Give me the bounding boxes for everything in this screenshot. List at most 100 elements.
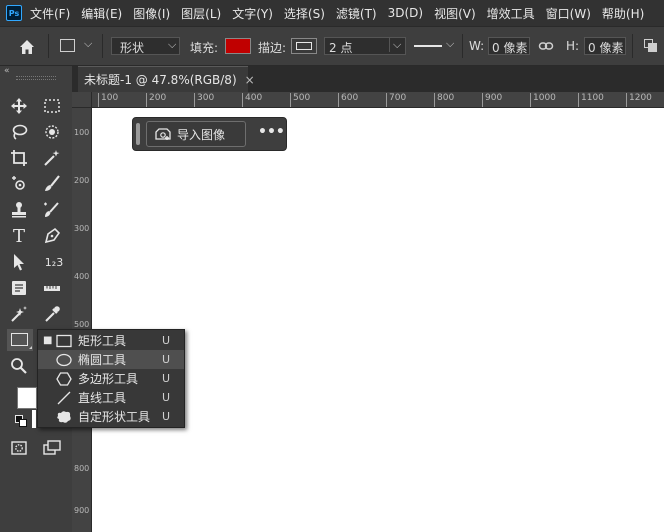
marquee-tool-icon[interactable] <box>41 95 63 117</box>
shortcut-key: U <box>162 334 171 347</box>
height-label: H: <box>566 39 580 53</box>
ruler-label: 800 <box>74 464 90 473</box>
mode-select[interactable]: 形状 ⌵ <box>111 37 180 55</box>
move-tool-icon[interactable] <box>8 95 30 117</box>
ruler-label: 900 <box>74 506 90 515</box>
flyout-item-line[interactable]: 直线工具 U <box>38 388 184 407</box>
type-tool-icon[interactable]: T <box>8 225 30 247</box>
ruler-label: 900 <box>482 93 502 107</box>
ellipse-icon <box>55 352 73 368</box>
quick-mask-icon[interactable] <box>8 437 30 459</box>
width-label: W: <box>469 39 485 53</box>
flyout-item-polygon[interactable]: 多边形工具 U <box>38 369 184 388</box>
flyout-indicator-icon <box>29 346 32 349</box>
menu-3d[interactable]: 3D(D) <box>388 6 423 20</box>
ruler-label: 700 <box>386 93 406 107</box>
close-icon[interactable]: × <box>245 73 255 87</box>
document-canvas[interactable] <box>92 108 664 532</box>
shape-tool-active[interactable] <box>7 329 33 351</box>
healing-brush-tool-icon[interactable] <box>8 303 30 325</box>
width-field[interactable]: 0 像素 <box>488 37 530 55</box>
height-field[interactable]: 0 像素 <box>584 37 626 55</box>
menu-help[interactable]: 帮助(H) <box>602 5 644 22</box>
menu-window[interactable]: 窗口(W) <box>546 5 591 22</box>
color-sampler-tool-icon[interactable] <box>41 303 63 325</box>
ruler-label: 300 <box>194 93 214 107</box>
stamp-tool-icon[interactable] <box>8 199 30 221</box>
stroke-swatch[interactable] <box>291 38 317 54</box>
custom-shape-icon <box>55 409 73 425</box>
note-tool-icon[interactable] <box>8 277 30 299</box>
history-brush-tool-icon[interactable] <box>41 199 63 221</box>
screen-mode-icon[interactable] <box>41 437 63 459</box>
menu-image[interactable]: 图像(I) <box>133 5 170 22</box>
lasso-tool-icon[interactable] <box>8 121 30 143</box>
fill-swatch[interactable] <box>225 38 251 54</box>
ruler-corner[interactable] <box>72 92 92 108</box>
count-tool-icon[interactable]: 1₂3 <box>41 251 67 273</box>
mode-value: 形状 <box>120 41 145 55</box>
stroke-label: 描边: <box>258 41 287 55</box>
divider <box>462 34 463 58</box>
line-icon <box>55 390 73 406</box>
background-color-swatch[interactable] <box>32 410 36 428</box>
stroke-type-picker[interactable]: ⌵ <box>412 37 458 55</box>
flyout-item-custom-shape[interactable]: 自定形状工具 U <box>38 407 184 426</box>
object-selection-tool-icon[interactable] <box>41 121 63 143</box>
magic-wand-tool-icon[interactable] <box>41 147 63 169</box>
rectangle-icon <box>60 39 75 52</box>
ruler-label: 400 <box>74 272 90 281</box>
ruler-tool-icon[interactable] <box>41 277 63 299</box>
home-icon[interactable] <box>16 36 38 58</box>
brush-tool-icon[interactable] <box>41 173 63 195</box>
menu-view[interactable]: 视图(V) <box>434 5 476 22</box>
more-options-icon[interactable]: ••• <box>258 125 285 143</box>
crop-tool-icon[interactable] <box>8 147 30 169</box>
collapse-icon[interactable]: « <box>4 66 10 76</box>
ruler-label: 1000 <box>530 93 556 107</box>
photoshop-logo: Ps <box>6 5 22 21</box>
current-tool-indicator: ■ <box>43 335 53 346</box>
rectangle-icon <box>55 333 73 349</box>
chevron-down-icon: ⌵ <box>389 38 401 52</box>
default-colors-icon[interactable] <box>15 415 27 427</box>
tool-preset-picker[interactable]: ⌵ <box>58 37 98 57</box>
panel-grip[interactable] <box>16 76 56 80</box>
fill-label: 填充: <box>190 41 219 55</box>
import-image-button[interactable]: 导入图像 <box>146 121 246 147</box>
document-tab[interactable]: 未标题-1 @ 47.8%(RGB/8) × <box>78 66 255 92</box>
path-selection-tool-icon[interactable] <box>8 251 30 273</box>
ruler-label: 500 <box>290 93 310 107</box>
horizontal-ruler[interactable]: 100 200 300 400 500 600 700 800 900 1000… <box>92 92 664 108</box>
menu-filter[interactable]: 滤镜(T) <box>336 5 377 22</box>
vertical-ruler[interactable]: 100 200 300 400 500 600 700 800 900 <box>72 108 92 532</box>
flyout-item-label: 矩形工具 <box>78 334 127 348</box>
menu-layer[interactable]: 图层(L) <box>181 5 221 22</box>
menu-plugins[interactable]: 增效工具 <box>487 5 535 22</box>
shortcut-key: U <box>162 391 171 404</box>
menu-edit[interactable]: 编辑(E) <box>81 5 122 22</box>
menu-file[interactable]: 文件(F) <box>30 5 70 22</box>
taskbar-drag-handle[interactable] <box>136 123 140 145</box>
stroke-width-value: 2 点 <box>329 41 353 55</box>
stroke-preview-icon <box>296 42 312 50</box>
zoom-tool-icon[interactable] <box>8 355 30 377</box>
menu-select[interactable]: 选择(S) <box>284 5 325 22</box>
shortcut-key: U <box>162 372 171 385</box>
menu-type[interactable]: 文字(Y) <box>232 5 273 22</box>
eyedropper-tool-icon[interactable] <box>8 173 30 195</box>
document-tab-title: 未标题-1 @ 47.8%(RGB/8) <box>84 73 237 87</box>
pen-tool-icon[interactable] <box>41 225 63 247</box>
link-icon[interactable] <box>538 38 554 54</box>
divider <box>48 34 49 58</box>
width-value: 0 像素 <box>492 41 528 55</box>
foreground-color-swatch[interactable] <box>17 387 37 409</box>
flyout-item-label: 多边形工具 <box>78 372 139 386</box>
flyout-item-rectangle[interactable]: ■ 矩形工具 U <box>38 331 184 350</box>
stroke-width-field[interactable]: 2 点 ⌵ <box>324 37 406 55</box>
path-operations-icon[interactable] <box>642 37 660 55</box>
divider <box>102 34 103 58</box>
flyout-item-ellipse[interactable]: 椭圆工具 U <box>38 350 184 369</box>
ruler-label: 600 <box>338 93 358 107</box>
ruler-label: 100 <box>74 128 90 137</box>
